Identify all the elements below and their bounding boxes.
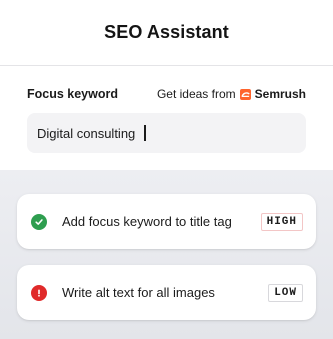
seo-check-text: Add focus keyword to title tag <box>62 214 232 229</box>
focus-keyword-row: Focus keyword Get ideas from Semrush <box>27 86 306 102</box>
check-circle-icon <box>31 213 47 230</box>
seo-check-text: Write alt text for all images <box>62 285 215 300</box>
get-ideas-link[interactable]: Get ideas from Semrush <box>157 87 306 101</box>
focus-keyword-section: Focus keyword Get ideas from Semrush Dig… <box>0 66 333 170</box>
focus-keyword-label: Focus keyword <box>27 87 118 101</box>
priority-badge: LOW <box>268 283 303 302</box>
panel-header: SEO Assistant <box>0 0 333 66</box>
seo-checks-list: Add focus keyword to title tag HIGH Writ… <box>0 170 333 339</box>
text-caret <box>144 125 146 141</box>
seo-check-item[interactable]: Add focus keyword to title tag HIGH <box>17 194 316 249</box>
page-title: SEO Assistant <box>104 22 229 42</box>
semrush-logo-icon <box>239 88 251 100</box>
seo-assistant-panel: SEO Assistant Focus keyword Get ideas fr… <box>0 0 333 339</box>
priority-badge: HIGH <box>260 212 303 231</box>
get-ideas-text: Get ideas from <box>156 87 236 101</box>
focus-keyword-input[interactable]: Digital consulting <box>27 113 306 153</box>
semrush-brand-name: Semrush <box>254 87 306 101</box>
alert-circle-icon <box>31 284 47 301</box>
seo-check-item[interactable]: Write alt text for all images LOW <box>17 265 316 320</box>
focus-keyword-value: Digital consulting <box>37 125 136 141</box>
